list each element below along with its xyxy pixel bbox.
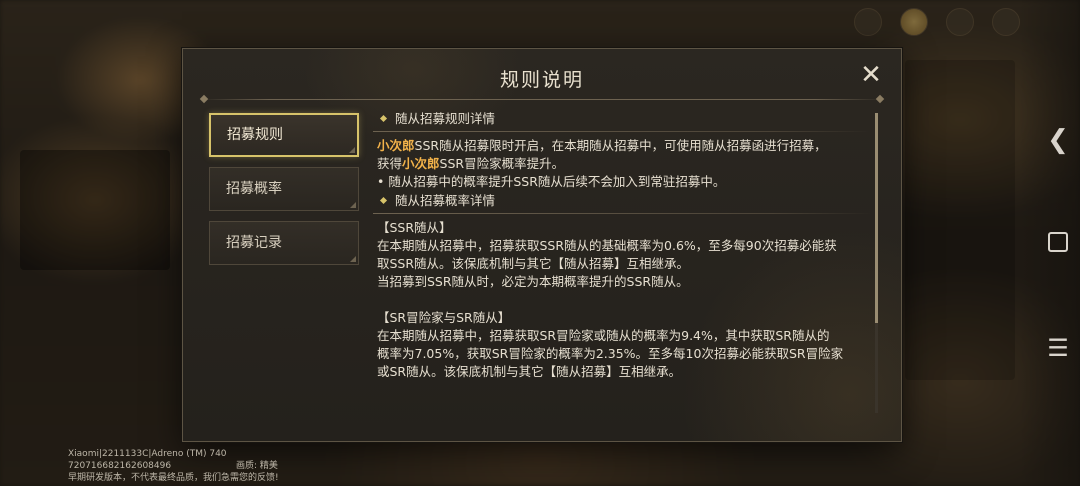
highlight-name: 小次郎 <box>377 138 415 153</box>
section-title: 随从招募规则详情 <box>395 111 496 126</box>
paragraph-text: SSR随从招募限时开启，在本期随从招募中，可使用随从招募函进行招募， <box>414 138 827 153</box>
paragraph-text: SSR冒险家概率提升。 <box>439 156 565 171</box>
ssr-text: 当招募到SSR随从时，必定为本期概率提升的SSR随从。 <box>377 274 689 289</box>
section-divider <box>373 131 871 132</box>
sr-text: 或SR随从。该保底机制与其它【随从招募】互相继承。 <box>377 364 682 379</box>
rules-paragraph: 获得小次郎SSR冒险家概率提升。 <box>373 155 871 173</box>
device-info-overlay: Xiaomi|2211133C|Adreno (TM) 740 72071668… <box>68 448 279 484</box>
hud-icon <box>946 8 974 36</box>
sr-text: 概率为7.05%，获取SR冒险家的概率为2.35%。至多每10次招募必能获取SR… <box>377 346 844 361</box>
tab-recruit-probability[interactable]: 招募概率 <box>209 167 359 211</box>
gold-coin-icon <box>900 8 928 36</box>
ssr-text: 在本期随从招募中，招募获取SSR随从的基础概率为0.6%，至多每90次招募必能获 <box>377 238 837 253</box>
quality-label: 画质: 精美 <box>236 461 278 471</box>
system-navigation-bar: ❮ ☰ <box>1020 0 1080 486</box>
diamond-bullet-icon <box>379 114 388 123</box>
sr-text: 在本期随从招募中，招募获取SR冒险家或随从的概率为9.4%，其中获取SR随从的 <box>377 328 830 343</box>
background-shelf-right <box>905 60 1015 380</box>
section-header: 随从招募概率详情 <box>373 191 871 214</box>
title-divider <box>201 99 883 100</box>
content-scrollbar[interactable] <box>875 113 878 413</box>
menu-icon[interactable]: ☰ <box>1047 336 1069 360</box>
rules-bullet-item: • 随从招募中的概率提升SSR随从后续不会加入到常驻招募中。 <box>377 174 726 189</box>
rules-dialog: 规则说明 ✕ 招募规则 招募概率 招募记录 随从招募规则详情 小次郎SSR随从招… <box>182 48 902 442</box>
tab-recruit-records[interactable]: 招募记录 <box>209 221 359 265</box>
diamond-bullet-icon <box>379 196 388 205</box>
hud-currency-bar <box>854 8 1020 36</box>
sr-heading: 【SR冒险家与SR随从】 <box>377 310 511 325</box>
hud-icon <box>992 8 1020 36</box>
build-disclaimer: 早期研发版本，不代表最终品质，我们急需您的反馈! <box>68 473 279 483</box>
home-icon[interactable] <box>1048 232 1068 252</box>
rules-content[interactable]: 随从招募规则详情 小次郎SSR随从招募限时开启，在本期随从招募中，可使用随从招募… <box>373 109 871 409</box>
highlight-name: 小次郎 <box>402 156 440 171</box>
background-shelf-left <box>20 150 170 270</box>
hud-icon <box>854 8 882 36</box>
back-icon[interactable]: ❮ <box>1047 127 1069 153</box>
device-model: Xiaomi|2211133C|Adreno (TM) 740 <box>68 449 227 459</box>
paragraph-text: 获得 <box>377 156 403 171</box>
dialog-title: 规则说明 <box>499 69 584 91</box>
rules-paragraph: 小次郎SSR随从招募限时开启，在本期随从招募中，可使用随从招募函进行招募， <box>373 137 871 155</box>
section-header: 随从招募规则详情 <box>373 109 871 132</box>
close-icon[interactable]: ✕ <box>859 62 883 88</box>
section-divider <box>373 213 871 214</box>
scrollbar-thumb[interactable] <box>875 113 878 323</box>
section-title: 随从招募概率详情 <box>395 193 496 208</box>
ssr-text: 取SSR随从。该保底机制与其它【随从招募】互相继承。 <box>377 256 690 271</box>
ssr-heading: 【SSR随从】 <box>377 220 452 235</box>
tab-recruit-rules[interactable]: 招募规则 <box>209 113 359 157</box>
